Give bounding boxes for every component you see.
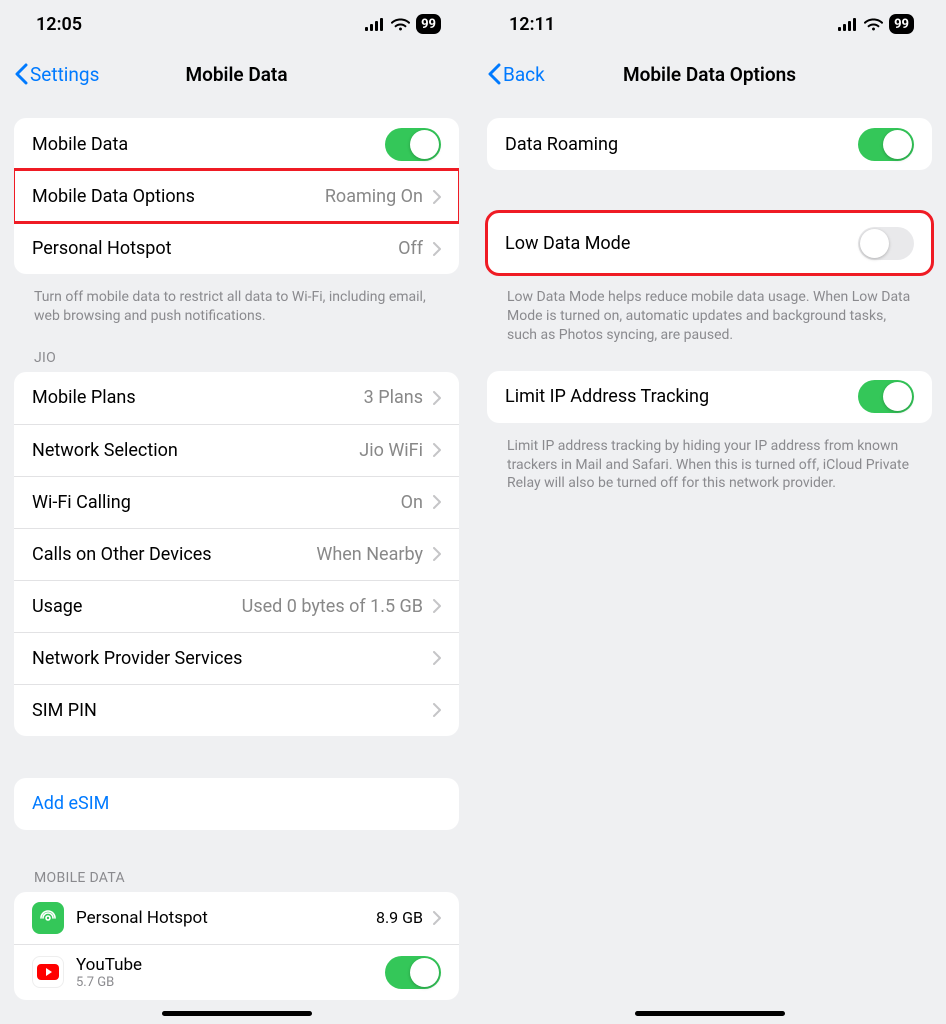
row-mobile-plans[interactable]: Mobile Plans 3 Plans xyxy=(14,372,459,424)
cellular-icon xyxy=(838,18,858,31)
group-limit-ip: Limit IP Address Tracking xyxy=(487,371,932,423)
chevron-left-icon xyxy=(14,63,28,85)
detail: 3 Plans xyxy=(364,387,423,408)
row-data-roaming[interactable]: Data Roaming xyxy=(487,118,932,170)
toggle-youtube[interactable] xyxy=(385,956,441,989)
right-screen: 12:11 99 Back Mobile Data Options Data R… xyxy=(473,0,946,1024)
section-header-jio: JIO xyxy=(14,342,459,372)
label: Mobile Data Options xyxy=(32,186,195,207)
label: Wi-Fi Calling xyxy=(32,492,131,513)
row-low-data-mode[interactable]: Low Data Mode xyxy=(487,212,932,274)
row-usage[interactable]: Usage Used 0 bytes of 1.5 GB xyxy=(14,580,459,632)
row-limit-ip[interactable]: Limit IP Address Tracking xyxy=(487,371,932,423)
back-label: Back xyxy=(503,63,545,86)
status-time: 12:05 xyxy=(36,14,82,35)
group-add-esim: Add eSIM xyxy=(14,778,459,830)
status-bar: 12:05 99 xyxy=(14,0,459,48)
label: Personal Hotspot xyxy=(32,238,172,259)
label: Usage xyxy=(32,596,82,617)
detail: Off xyxy=(398,238,423,259)
label: Mobile Data xyxy=(32,134,128,155)
toggle-mobile-data[interactable] xyxy=(385,128,441,161)
label: SIM PIN xyxy=(32,700,97,721)
label: Limit IP Address Tracking xyxy=(505,386,709,407)
nav-header: Back Mobile Data Options xyxy=(487,50,932,98)
section-header-mobile-data: MOBILE DATA xyxy=(14,862,459,892)
group-main: Mobile Data Mobile Data Options Roaming … xyxy=(14,118,459,274)
detail: On xyxy=(401,492,423,513)
footer-mobile-data: Turn off mobile data to restrict all dat… xyxy=(14,280,459,342)
app-name: Personal Hotspot xyxy=(76,908,364,928)
battery-level: 99 xyxy=(889,14,914,34)
group-apps: Personal Hotspot 8.9 GB YouTube 5.7 GB xyxy=(14,892,459,1000)
detail: Used 0 bytes of 1.5 GB xyxy=(242,596,423,617)
label: Low Data Mode xyxy=(505,233,630,254)
detail: When Nearby xyxy=(316,544,423,565)
row-personal-hotspot[interactable]: Personal Hotspot Off xyxy=(14,222,459,274)
home-indicator[interactable] xyxy=(635,1011,785,1016)
row-mobile-data[interactable]: Mobile Data xyxy=(14,118,459,170)
row-sim-pin[interactable]: SIM PIN xyxy=(14,684,459,736)
row-mobile-data-options[interactable]: Mobile Data Options Roaming On xyxy=(14,170,459,222)
app-usage: 5.7 GB xyxy=(76,975,373,990)
youtube-app-icon xyxy=(32,956,64,988)
chevron-right-icon xyxy=(433,495,441,509)
toggle-data-roaming[interactable] xyxy=(858,128,914,161)
chevron-right-icon xyxy=(433,703,441,717)
row-calls-other-devices[interactable]: Calls on Other Devices When Nearby xyxy=(14,528,459,580)
status-bar: 12:11 99 xyxy=(487,0,932,48)
hotspot-app-icon xyxy=(32,902,64,934)
label: Calls on Other Devices xyxy=(32,544,212,565)
back-label: Settings xyxy=(30,63,99,86)
chevron-right-icon xyxy=(433,242,441,256)
wifi-icon xyxy=(391,17,410,31)
page-title: Mobile Data Options xyxy=(487,63,932,86)
footer-limit-ip: Limit IP address tracking by hiding your… xyxy=(487,429,932,510)
status-time: 12:11 xyxy=(509,14,555,35)
app-usage: 8.9 GB xyxy=(376,908,423,927)
label: Add eSIM xyxy=(32,793,109,814)
chevron-right-icon xyxy=(433,443,441,457)
group-data-roaming: Data Roaming xyxy=(487,118,932,170)
left-screen: 12:05 99 Settings Mobile Data Mobile Dat… xyxy=(0,0,473,1024)
detail: Roaming On xyxy=(325,186,423,207)
home-indicator[interactable] xyxy=(162,1011,312,1016)
group-jio: Mobile Plans 3 Plans Network Selection J… xyxy=(14,372,459,736)
label: Network Selection xyxy=(32,440,178,461)
toggle-low-data-mode[interactable] xyxy=(858,227,914,260)
row-network-selection[interactable]: Network Selection Jio WiFi xyxy=(14,424,459,476)
label: Mobile Plans xyxy=(32,387,136,408)
add-esim-button[interactable]: Add eSIM xyxy=(14,778,459,830)
toggle-limit-ip[interactable] xyxy=(858,380,914,413)
row-provider-services[interactable]: Network Provider Services xyxy=(14,632,459,684)
wifi-icon xyxy=(864,17,883,31)
footer-low-data: Low Data Mode helps reduce mobile data u… xyxy=(487,280,932,361)
label: Network Provider Services xyxy=(32,648,242,669)
chevron-left-icon xyxy=(487,63,501,85)
row-wifi-calling[interactable]: Wi-Fi Calling On xyxy=(14,476,459,528)
app-row-personal-hotspot[interactable]: Personal Hotspot 8.9 GB xyxy=(14,892,459,944)
chevron-right-icon xyxy=(433,391,441,405)
chevron-right-icon xyxy=(433,547,441,561)
label: Data Roaming xyxy=(505,134,618,155)
app-name: YouTube xyxy=(76,955,373,975)
status-icons: 99 xyxy=(365,14,441,34)
nav-header: Settings Mobile Data xyxy=(14,50,459,98)
cellular-icon xyxy=(365,18,385,31)
back-button[interactable]: Settings xyxy=(14,63,99,86)
detail: Jio WiFi xyxy=(359,440,423,461)
back-button[interactable]: Back xyxy=(487,63,545,86)
battery-level: 99 xyxy=(416,14,441,34)
chevron-right-icon xyxy=(433,651,441,665)
app-row-youtube[interactable]: YouTube 5.7 GB xyxy=(14,944,459,1000)
status-icons: 99 xyxy=(838,14,914,34)
group-low-data-mode: Low Data Mode xyxy=(487,212,932,274)
chevron-right-icon xyxy=(433,911,441,925)
chevron-right-icon xyxy=(433,599,441,613)
chevron-right-icon xyxy=(433,190,441,204)
